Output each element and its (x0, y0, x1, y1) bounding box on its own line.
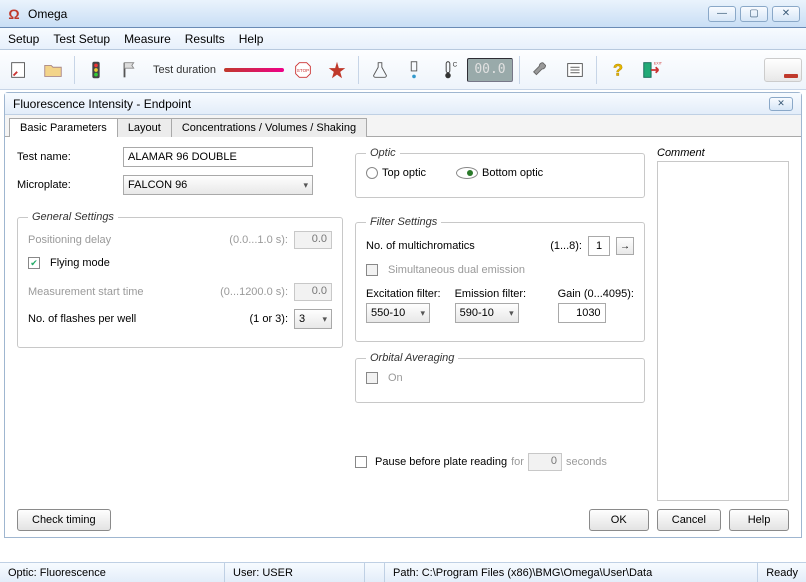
top-optic-label: Top optic (382, 167, 426, 179)
tab-basic-parameters[interactable]: Basic Parameters (9, 118, 118, 137)
positioning-delay-value: 0.0 (294, 231, 332, 249)
flashes-select[interactable]: 3 (294, 309, 332, 329)
multichromatics-input[interactable] (588, 236, 610, 256)
test-duration-label: Test duration (149, 64, 220, 76)
multichromatics-range: (1...8): (550, 240, 582, 252)
lcd-display: 00.0 (467, 58, 513, 82)
title-bar: Ω Omega — ▢ ✕ (0, 0, 806, 28)
orbital-averaging-legend: Orbital Averaging (366, 352, 458, 364)
check-timing-button[interactable]: Check timing (17, 509, 111, 531)
optic-legend: Optic (366, 147, 400, 159)
orbital-on-checkbox (366, 372, 378, 384)
svg-text:EXIT: EXIT (654, 61, 663, 65)
gain-input[interactable] (558, 303, 606, 323)
stop-icon[interactable]: STOP (288, 55, 318, 85)
tab-strip: Basic Parameters Layout Concentrations /… (5, 115, 801, 137)
temperature-icon[interactable]: C (433, 55, 463, 85)
svg-text:STOP: STOP (297, 67, 309, 72)
pause-label: Pause before plate reading (375, 456, 507, 468)
bottom-optic-label: Bottom optic (482, 167, 543, 179)
simultaneous-dual-label: Simultaneous dual emission (388, 264, 525, 276)
status-optic: Optic: Fluorescence (0, 563, 225, 582)
open-icon[interactable] (38, 55, 68, 85)
status-ready: Ready (758, 563, 806, 582)
dialog: Fluorescence Intensity - Endpoint ✕ Basi… (4, 92, 802, 538)
tab-concentrations[interactable]: Concentrations / Volumes / Shaking (171, 118, 367, 137)
minimize-button[interactable]: — (708, 6, 736, 22)
close-button[interactable]: ✕ (772, 6, 800, 22)
microplate-select[interactable]: FALCON 96 (123, 175, 313, 195)
help-button[interactable]: Help (729, 509, 789, 531)
status-path: Path: C:\Program Files (x86)\BMG\Omega\U… (385, 563, 758, 582)
protocol-icon[interactable] (4, 55, 34, 85)
excitation-filter-select[interactable]: 550-10 (366, 303, 430, 323)
tab-layout[interactable]: Layout (117, 118, 172, 137)
test-name-label: Test name: (17, 151, 117, 163)
menu-setup[interactable]: Setup (8, 32, 39, 46)
gain-label: Gain (0...4095): (558, 288, 634, 300)
pause-unit-label: seconds (566, 456, 607, 468)
multichromatics-label: No. of multichromatics (366, 240, 544, 252)
menu-test-setup[interactable]: Test Setup (53, 32, 110, 46)
maximize-button[interactable]: ▢ (740, 6, 768, 22)
filter-settings-legend: Filter Settings (366, 216, 441, 228)
menu-results[interactable]: Results (185, 32, 225, 46)
orbital-on-label: On (388, 372, 403, 384)
flashes-label: No. of flashes per well (28, 313, 243, 325)
help-icon[interactable]: ? (603, 55, 633, 85)
menu-help[interactable]: Help (239, 32, 264, 46)
svg-text:C: C (453, 61, 458, 68)
dispense-icon[interactable] (399, 55, 429, 85)
test-name-input[interactable] (123, 147, 313, 167)
measurement-start-label: Measurement start time (28, 286, 214, 298)
emission-filter-select[interactable]: 590-10 (455, 303, 519, 323)
wrench-icon[interactable] (526, 55, 556, 85)
emission-filter-label: Emission filter: (455, 288, 527, 300)
positioning-delay-range: (0.0...1.0 s): (229, 234, 288, 246)
pause-for-label: for (511, 456, 524, 468)
status-bar: Optic: Fluorescence User: USER Path: C:\… (0, 562, 806, 582)
toolbar: Test duration STOP C 00.0 ? EXIT (0, 50, 806, 90)
pause-seconds-value: 0 (528, 453, 562, 471)
svg-text:?: ? (613, 61, 623, 79)
ok-button[interactable]: OK (589, 509, 649, 531)
dialog-title: Fluorescence Intensity - Endpoint (13, 97, 769, 111)
pause-checkbox[interactable] (355, 456, 367, 468)
flag-icon[interactable] (115, 55, 145, 85)
duration-bar (224, 68, 284, 72)
measurement-start-range: (0...1200.0 s): (220, 286, 288, 298)
microplate-label: Microplate: (17, 179, 117, 191)
star-icon[interactable] (322, 55, 352, 85)
general-settings-legend: General Settings (28, 211, 118, 223)
multichromatics-next-button[interactable]: → (616, 237, 634, 255)
app-logo-icon: Ω (6, 6, 22, 22)
dialog-close-button[interactable]: ✕ (769, 97, 793, 111)
status-icon (365, 563, 385, 582)
cancel-button[interactable]: Cancel (657, 509, 721, 531)
instrument-icon (764, 58, 802, 82)
window-title: Omega (28, 7, 708, 21)
positioning-delay-label: Positioning delay (28, 234, 223, 246)
bottom-optic-radio[interactable] (456, 167, 478, 179)
menu-measure[interactable]: Measure (124, 32, 171, 46)
flying-mode-label: Flying mode (50, 257, 110, 269)
flask-icon[interactable] (365, 55, 395, 85)
settings-list-icon[interactable] (560, 55, 590, 85)
flying-mode-checkbox[interactable]: ✔ (28, 257, 40, 269)
status-user: User: USER (225, 563, 365, 582)
menu-bar: Setup Test Setup Measure Results Help (0, 28, 806, 50)
flashes-range: (1 or 3): (249, 313, 288, 325)
exit-icon[interactable]: EXIT (637, 55, 667, 85)
excitation-filter-label: Excitation filter: (366, 288, 441, 300)
comment-legend: Comment (657, 147, 789, 159)
measurement-start-value: 0.0 (294, 283, 332, 301)
traffic-light-icon[interactable] (81, 55, 111, 85)
comment-textarea[interactable] (657, 161, 789, 501)
top-optic-radio[interactable] (366, 167, 378, 179)
simultaneous-dual-checkbox (366, 264, 378, 276)
